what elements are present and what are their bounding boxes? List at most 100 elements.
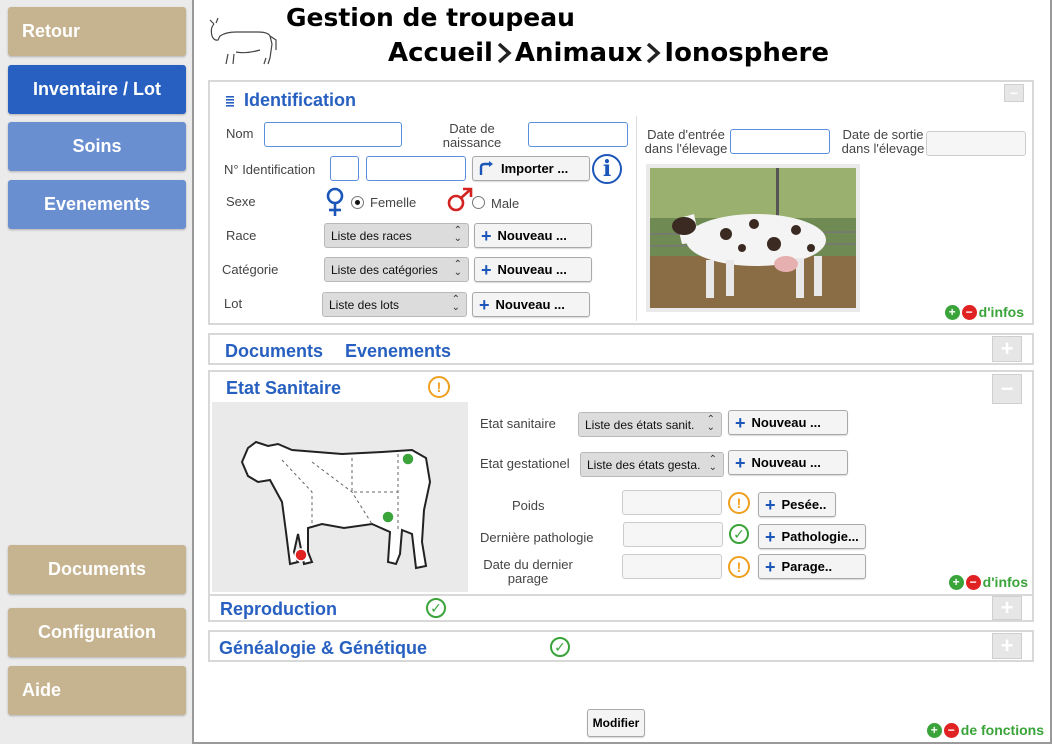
plus-infos-toggle[interactable]: + − d'infos [948, 574, 1028, 590]
plus-circle-icon: + [944, 304, 960, 320]
categorie-select[interactable]: Liste des catégories ⌃ ⌄ [324, 257, 469, 282]
warning-icon: ! [728, 492, 750, 514]
warning-icon: ! [428, 376, 450, 398]
sidebar: Retour Inventaire / Lot Soins Evenements… [0, 0, 192, 744]
sexe-label: Sexe [226, 194, 256, 209]
cow-logo-icon [209, 17, 277, 65]
categorie-label: Catégorie [222, 262, 279, 277]
male-radio[interactable] [472, 196, 485, 209]
categorie-nouveau-button[interactable]: + Nouveau ... [474, 257, 592, 282]
female-symbol-icon [326, 187, 344, 216]
minus-circle-icon: − [943, 722, 959, 738]
date-entree-input[interactable] [730, 129, 830, 154]
date-sortie-label: Date de sortie dans l'élevage [841, 127, 925, 156]
check-icon: ✓ [550, 637, 570, 657]
animal-photo [646, 164, 860, 312]
plus-icon: + [481, 259, 492, 280]
etat-gestationel-select[interactable]: Liste des états gesta. ⌃ ⌄ [580, 452, 724, 477]
app-title: Gestion de troupeau [286, 3, 575, 32]
poids-input[interactable] [622, 490, 722, 515]
nav-documents-button[interactable]: Documents [8, 545, 186, 594]
minus-circle-icon: − [961, 304, 977, 320]
etat-sanitaire-select[interactable]: Liste des états sanit. ⌃ ⌄ [578, 412, 722, 437]
lot-nouveau-button[interactable]: + Nouveau ... [472, 292, 590, 317]
date-entree-label: Date d'entrée dans l'élevage [644, 127, 728, 156]
date-dernier-parage-label: Date du dernier parage [483, 557, 573, 586]
breadcrumb-ionosphere: Ionosphere [664, 38, 829, 68]
race-nouveau-button[interactable]: + Nouveau ... [474, 223, 592, 248]
nom-input[interactable] [264, 122, 402, 147]
plus-circle-icon: + [926, 722, 942, 738]
cow-diagram-panel [212, 402, 468, 592]
plus-fonctions-toggle[interactable]: + − de fonctions [926, 722, 1044, 738]
plus-icon: + [735, 452, 746, 473]
plus-icon: + [735, 412, 746, 433]
main-content: Gestion de troupeau Accueil Animaux Iono… [192, 0, 1052, 744]
expand-genealogie-button[interactable]: + [992, 633, 1022, 659]
collapse-identification-button[interactable]: − [1004, 84, 1024, 102]
lot-label: Lot [224, 296, 243, 311]
breadcrumb-animaux[interactable]: Animaux [515, 38, 642, 68]
pathologie-button[interactable]: + Pathologie... [758, 524, 866, 549]
nom-label: Nom [226, 126, 254, 141]
num-identification-input[interactable] [366, 156, 466, 181]
race-select[interactable]: Liste des races ⌃ ⌄ [324, 223, 469, 248]
cow-diagram-icon [240, 440, 432, 570]
check-icon: ✓ [729, 524, 749, 544]
breadcrumb-accueil[interactable]: Accueil [388, 38, 493, 68]
date-naissance-input[interactable] [528, 122, 628, 147]
plus-infos-toggle[interactable]: + − d'infos [944, 304, 1024, 320]
modifier-button[interactable]: Modifier [587, 709, 645, 737]
femelle-radio[interactable] [351, 196, 364, 209]
nav-inventaire-button[interactable]: Inventaire / Lot [8, 65, 186, 114]
import-icon [479, 160, 493, 175]
male-label: Male [491, 196, 520, 211]
reproduction-title[interactable]: Reproduction [220, 599, 337, 620]
parage-button[interactable]: + Parage.. [758, 554, 866, 579]
plus-icon: + [765, 526, 776, 547]
warning-icon: ! [728, 556, 750, 578]
nav-soins-button[interactable]: Soins [8, 122, 186, 171]
check-icon: ✓ [426, 598, 446, 618]
genealogie-panel: Généalogie & Génétique ✓ + [208, 630, 1034, 662]
tab-evenements[interactable]: Evenements [345, 341, 451, 362]
identification-panel: Identification − Nom Date de naissance N… [208, 80, 1034, 325]
plus-icon: + [765, 556, 776, 577]
parage-input[interactable] [622, 554, 722, 579]
documents-evenements-panel: Documents Evenements + [208, 333, 1034, 365]
genealogie-title[interactable]: Généalogie & Génétique [219, 638, 427, 659]
identification-title: Identification [244, 90, 356, 110]
importer-button[interactable]: Importer ... [472, 156, 590, 181]
nav-configuration-button[interactable]: Configuration [8, 608, 186, 657]
etat-sanitaire-label: Etat sanitaire [480, 416, 556, 431]
etat-sanitaire-nouveau-button[interactable]: + Nouveau ... [728, 410, 848, 435]
nav-retour-button[interactable]: Retour [8, 7, 186, 56]
date-naissance-label: Date de naissance [442, 121, 502, 150]
date-sortie-input[interactable] [926, 131, 1026, 156]
derniere-pathologie-label: Dernière pathologie [480, 530, 594, 545]
list-icon [226, 96, 234, 107]
race-label: Race [226, 228, 257, 243]
breadcrumb: Accueil Animaux Ionosphere [388, 38, 829, 68]
info-icon[interactable]: i [592, 154, 622, 184]
expand-documents-button[interactable]: + [992, 336, 1022, 362]
chevron-right-icon [647, 42, 662, 64]
etat-sanitaire-panel: Etat Sanitaire ! − Etat sanitaire Liste … [208, 370, 1034, 596]
num-identification-prefix-input[interactable] [330, 156, 359, 181]
etat-gestationel-nouveau-button[interactable]: + Nouveau ... [728, 450, 848, 475]
collapse-etat-button[interactable]: − [992, 374, 1022, 404]
plus-icon: + [481, 225, 492, 246]
pathologie-input[interactable] [623, 522, 723, 547]
expand-reproduction-button[interactable]: + [992, 595, 1022, 620]
chevron-right-icon [497, 42, 512, 64]
lot-select[interactable]: Liste des lots ⌃ ⌄ [322, 292, 467, 317]
nav-aide-button[interactable]: Aide [8, 666, 186, 715]
reproduction-panel: Reproduction ✓ + [208, 594, 1034, 622]
male-symbol-icon [447, 187, 473, 212]
minus-circle-icon: − [965, 574, 981, 590]
poids-label: Poids [512, 498, 545, 513]
tab-documents[interactable]: Documents [225, 341, 323, 362]
nav-evenements-button[interactable]: Evenements [8, 180, 186, 229]
pesee-button[interactable]: + Pesée.. [758, 492, 836, 517]
plus-circle-icon: + [948, 574, 964, 590]
